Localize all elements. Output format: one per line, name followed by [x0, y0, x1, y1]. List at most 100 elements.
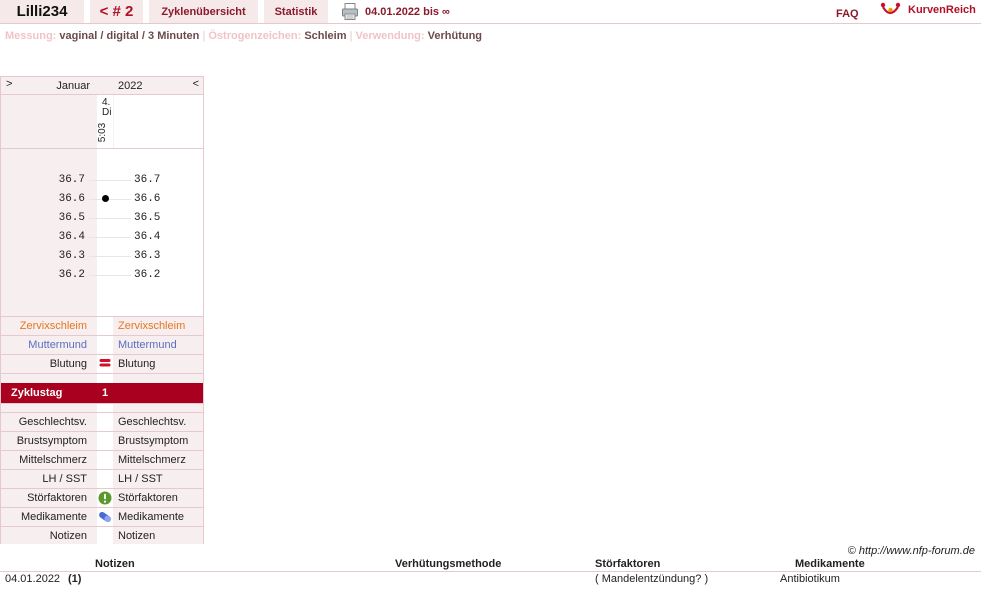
breast-row: Brustsymptom Brustsymptom	[1, 431, 203, 450]
cycle-chart: > Januar 2022 < 4. Di 5:03 36.7 36.7 36.6 3…	[0, 76, 204, 544]
lh-cell[interactable]	[97, 470, 113, 488]
empty-column	[114, 95, 203, 148]
note-date: 04.01.2022	[5, 573, 61, 585]
lh-label: LH / SST	[42, 473, 87, 485]
notes-label: Notizen	[49, 530, 87, 542]
temp-gridline	[89, 275, 131, 276]
midpain-label-right: Mittelschmerz	[118, 454, 186, 466]
temp-scale-label-right: 36.7	[134, 174, 161, 186]
cervix-mucus-cell[interactable]	[97, 317, 113, 335]
kurvenreich-logo-icon[interactable]	[880, 1, 901, 19]
breast-cell[interactable]	[97, 432, 113, 450]
copyright: © http://www.nfp-forum.de	[847, 545, 975, 557]
separator: |	[349, 30, 353, 42]
temp-gridline	[89, 237, 131, 238]
statistics-tab[interactable]: Statistik	[264, 0, 328, 23]
note-disturbance: ( Mandelentzündung? )	[595, 573, 709, 585]
cervix-mucus-label: Zervixschleim	[19, 320, 87, 332]
top-bar: Lilli234 < # 2 Zyklenübersicht Statistik…	[0, 0, 981, 24]
warning-icon	[98, 491, 112, 505]
date-row: 4. Di 5:03	[1, 94, 203, 148]
contraception-column-header: Verhütungsmethode	[395, 558, 502, 570]
cycle-day-label: Zyklustag	[11, 387, 63, 399]
measurement-info: Messung: vaginal / digital / 3 Minuten |…	[5, 30, 482, 42]
year-label: 2022	[118, 80, 143, 92]
notes-label-right: Notizen	[118, 530, 156, 542]
temperature-area: 36.7 36.7 36.6 36.6 36.5 36.5 36.4 36.4 36.3 36.3…	[1, 148, 203, 316]
temp-scale-label-right: 36.6	[134, 193, 161, 205]
note-ref: (1)	[68, 573, 82, 585]
spacer-cell	[97, 404, 113, 412]
cycle-nav-tab[interactable]: < # 2	[90, 0, 143, 23]
month-header: > Januar 2022 <	[1, 77, 203, 94]
disturbance-column-header: Störfaktoren	[595, 558, 661, 570]
notes-row: Notizen Notizen	[1, 526, 203, 544]
user-tab[interactable]: Lilli234	[0, 0, 84, 23]
temperature-point[interactable]	[102, 195, 109, 202]
notes-cell[interactable]	[97, 527, 113, 544]
date-range: 04.01.2022 bis ∞	[365, 6, 450, 18]
next-month-button[interactable]: >	[6, 78, 12, 90]
temp-gridline	[89, 256, 131, 257]
intercourse-row: Geschlechtsv. Geschlechtsv.	[1, 412, 203, 431]
measurement-value: vaginal / digital / 3 Minuten	[59, 30, 200, 42]
bleeding-cell[interactable]	[97, 355, 113, 373]
usage-value: Verhütung	[427, 30, 483, 42]
temp-scale-label: 36.2	[58, 269, 85, 281]
temp-gridline	[89, 180, 131, 181]
disturbance-label-right: Störfaktoren	[118, 492, 178, 504]
medication-row: Medikamente Medikamente	[1, 507, 203, 526]
cervix-mucus-row: Zervixschleim Zervixschleim	[1, 316, 203, 335]
printer-icon[interactable]	[342, 3, 358, 20]
spacer-row	[1, 403, 203, 412]
cycle-day-number: 1	[102, 387, 109, 399]
day-column[interactable]: 4. Di 5:03	[97, 95, 113, 148]
midpain-label: Mittelschmerz	[19, 454, 87, 466]
cervix-mucus-label-right: Zervixschleim	[118, 320, 186, 332]
bleeding-label: Blutung	[49, 358, 87, 370]
breast-label: Brustsymptom	[16, 435, 87, 447]
weekday: Di	[102, 107, 112, 118]
temp-scale-label-right: 36.4	[134, 231, 161, 243]
bleeding-row: Blutung Blutung	[1, 354, 203, 373]
disturbance-cell[interactable]	[97, 489, 113, 507]
temp-scale-label: 36.4	[58, 231, 85, 243]
temp-gridline	[89, 199, 131, 200]
lh-label-right: LH / SST	[118, 473, 163, 485]
temp-scale-label: 36.6	[58, 193, 85, 205]
measure-time: 5:03	[97, 122, 109, 143]
midpain-cell[interactable]	[97, 451, 113, 469]
disturbance-label: Störfaktoren	[27, 492, 87, 504]
intercourse-cell[interactable]	[97, 413, 113, 431]
usage-label: Verwendung:	[355, 30, 425, 42]
disturbance-row: Störfaktoren Störfaktoren	[1, 488, 203, 507]
month-label: Januar	[56, 80, 90, 92]
brand-name[interactable]: KurvenReich	[908, 4, 976, 16]
intercourse-label-right: Geschlechtsv.	[118, 416, 187, 428]
cycle-overview-tab[interactable]: Zyklenübersicht	[149, 0, 258, 23]
cycle-day-row: Zyklustag 1	[1, 383, 203, 403]
medication-label: Medikamente	[20, 511, 87, 523]
temp-scale-label: 36.3	[58, 250, 85, 262]
measurement-label: Messung:	[5, 30, 57, 42]
temp-scale-label-right: 36.2	[134, 269, 161, 281]
separator: |	[202, 30, 206, 42]
temp-scale-label-right: 36.3	[134, 250, 161, 262]
temp-scale-label-right: 36.5	[134, 212, 161, 224]
medication-cell[interactable]	[97, 508, 113, 526]
cervix-row: Muttermund Muttermund	[1, 335, 203, 354]
breast-label-right: Brustsymptom	[118, 435, 189, 447]
faq-link[interactable]: FAQ	[836, 8, 859, 20]
spacer-cell	[97, 374, 113, 383]
prev-month-button[interactable]: <	[193, 78, 199, 90]
temp-scale-label: 36.5	[58, 212, 85, 224]
bleeding-icon	[99, 359, 111, 367]
spacer-row	[1, 373, 203, 383]
note-medication: Antibiotikum	[780, 573, 840, 585]
cervix-label: Muttermund	[28, 339, 87, 351]
estrogen-label: Östrogenzeichen:	[208, 30, 302, 42]
estrogen-value: Schleim	[304, 30, 347, 42]
medication-label-right: Medikamente	[118, 511, 185, 523]
lh-row: LH / SST LH / SST	[1, 469, 203, 488]
cervix-cell[interactable]	[97, 336, 113, 354]
